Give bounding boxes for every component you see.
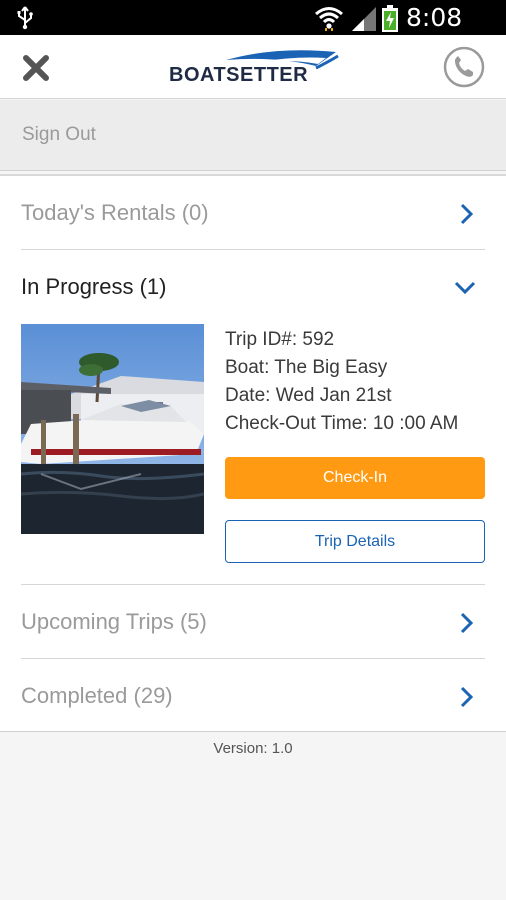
chevron-down-icon [454,281,476,295]
close-icon[interactable] [22,54,50,82]
upcoming-trips-label: Upcoming Trips (5) [21,609,207,634]
todays-rentals-label: Today's Rentals (0) [21,200,209,225]
trip-date: Date: Wed Jan 21st [225,385,392,406]
trip-checkout-time: Check-Out Time: 10 :00 AM [225,413,459,434]
logo-text: BOATSETTER [169,64,309,86]
sign-out-label: Sign Out [22,124,96,145]
usb-icon [17,6,33,30]
trip-card: Trip ID#: 592 Boat: The Big Easy Date: W… [21,324,485,584]
boat-photo [21,324,204,534]
chevron-right-icon [460,203,474,225]
version-label: Version: 1.0 [213,740,293,757]
trip-id: Trip ID#: 592 [225,329,335,350]
check-in-button[interactable]: Check-In [225,457,485,499]
section-in-progress[interactable]: In Progress (1) [21,250,485,324]
trips-list: Today's Rentals (0) In Progress (1) Trip… [0,176,506,732]
status-bar: 8:08 PM [0,0,506,61]
chevron-right-icon [460,686,474,708]
in-progress-label: In Progress (1) [21,274,167,299]
section-upcoming-trips[interactable]: Upcoming Trips (5) [21,585,485,659]
chevron-right-icon [460,612,474,634]
trip-info: Trip ID#: 592 Boat: The Big Easy Date: W… [225,326,458,438]
trip-details-button[interactable]: Trip Details [225,520,485,563]
wifi-icon [315,7,343,31]
completed-label: Completed (29) [21,683,173,708]
app-bar: BOATSETTER [0,35,506,99]
sign-out-row[interactable]: Sign Out [0,100,506,171]
section-todays-rentals[interactable]: Today's Rentals (0) [21,176,485,250]
phone-icon[interactable] [443,46,485,88]
trip-boat: Boat: The Big Easy [225,357,388,378]
signal-icon [352,7,376,31]
battery-charging-icon [382,5,398,32]
section-completed[interactable]: Completed (29) [21,659,485,733]
